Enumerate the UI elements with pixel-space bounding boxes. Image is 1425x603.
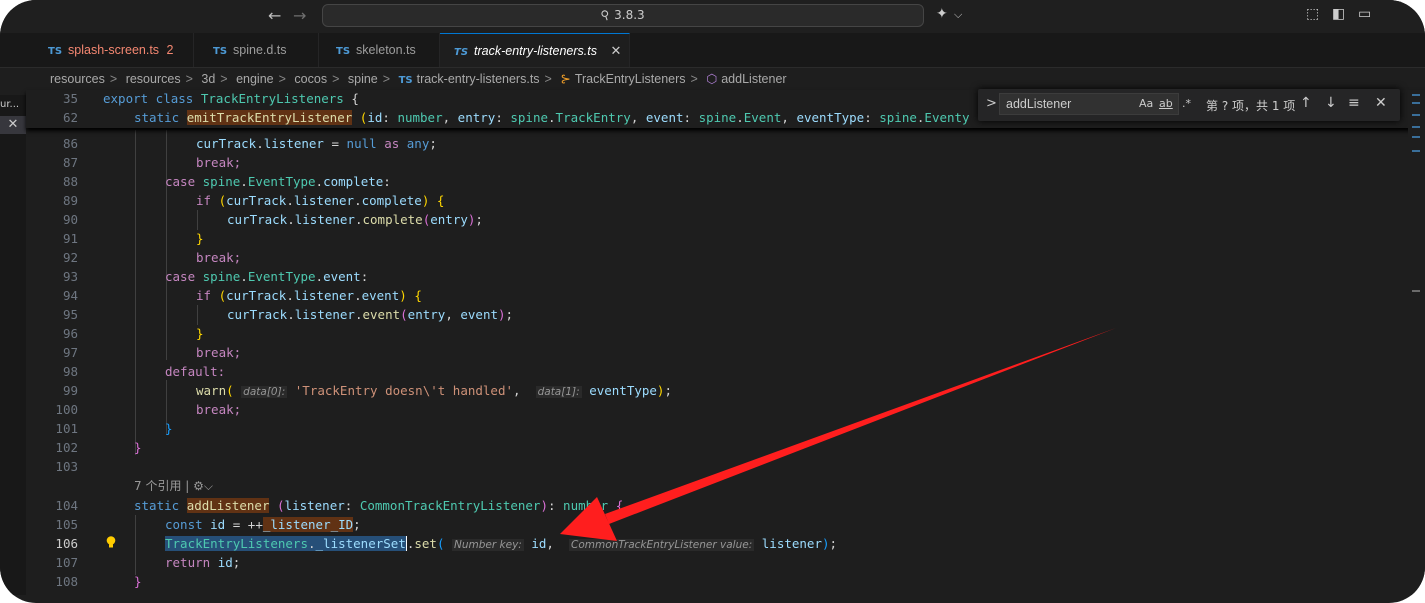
vscode-window: ← → ⚲ 3.8.3 ✦ ⌵ ⬚ ◧ ▭ TS splash-screen.ts … (0, 0, 1425, 603)
annotation-arrow (560, 328, 1116, 541)
